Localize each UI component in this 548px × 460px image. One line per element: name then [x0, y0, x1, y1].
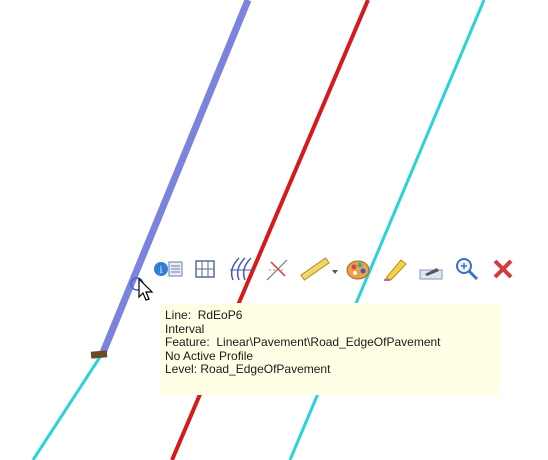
close-button[interactable] — [486, 252, 520, 286]
snap-lines-icon — [266, 259, 288, 281]
measure-dropdown-button[interactable] — [296, 252, 340, 286]
tooltip-interval: Interval — [165, 321, 205, 336]
element-info-tooltip: Line: RdEoP6 Interval Feature: Linear\Pa… — [160, 303, 500, 395]
tooltip-level: Level: Road_EdgeOfPavement — [165, 362, 331, 377]
color-button[interactable] — [342, 252, 376, 286]
context-toolbar: i — [150, 248, 548, 290]
mouse-pointer-icon — [138, 278, 154, 301]
tooltip-line-name: Line: RdEoP6 — [165, 308, 243, 322]
snap-button[interactable] — [260, 252, 294, 286]
profile-curves-icon — [230, 257, 253, 281]
tooltip-profile: No Active Profile — [165, 348, 254, 363]
svg-text:i: i — [160, 265, 163, 276]
table-button[interactable] — [188, 252, 222, 286]
info-icon: i — [154, 261, 183, 277]
ruler-dropdown-icon — [300, 257, 338, 281]
endpoint-marker — [90, 350, 108, 359]
zoom-button[interactable] — [450, 252, 484, 286]
tooltip-feature: Feature: Linear\Pavement\Road_EdgeOfPave… — [165, 335, 441, 350]
close-icon — [493, 259, 513, 279]
selected-line-rdeop6[interactable] — [98, 0, 252, 357]
highlight-button[interactable] — [378, 252, 412, 286]
element-template-icon — [419, 268, 443, 280]
highlighter-icon — [384, 259, 407, 281]
cyan-line-lower-left[interactable] — [31, 356, 102, 460]
profile-button[interactable] — [224, 252, 258, 286]
info-button[interactable]: i — [152, 252, 186, 286]
table-grid-icon — [195, 260, 215, 278]
color-palette-icon — [346, 260, 370, 280]
template-button[interactable] — [414, 252, 448, 286]
zoom-icon — [456, 258, 479, 281]
